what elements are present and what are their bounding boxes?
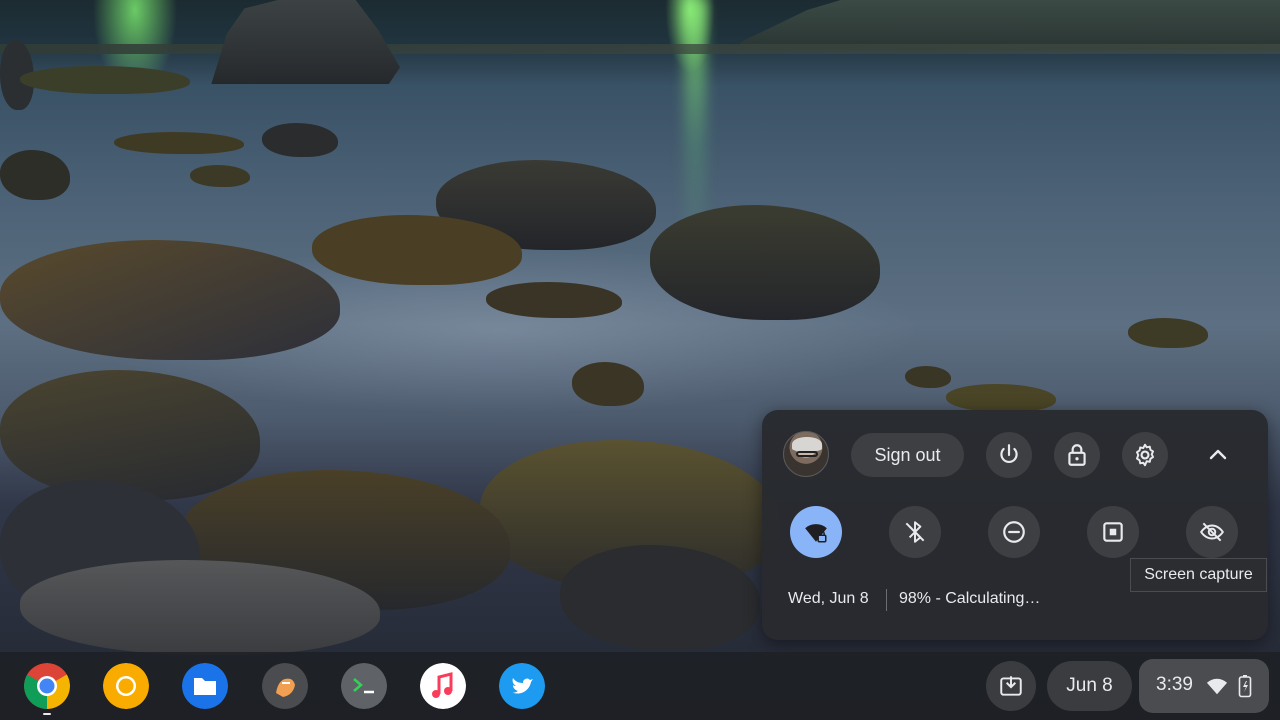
mountain: [740, 0, 1280, 50]
eye-off-icon: [1200, 522, 1224, 542]
power-icon: [1000, 444, 1018, 464]
terminal-icon: [341, 663, 387, 709]
music-app[interactable]: [420, 663, 466, 709]
wifi-icon: [1206, 678, 1228, 695]
chrome-canary-app[interactable]: [103, 663, 149, 709]
paint-hand-icon: [262, 663, 308, 709]
quick-settings-panel: Sign out Wed, Jun 8 98% - Calculating…: [762, 410, 1268, 640]
wifi-toggle[interactable]: [790, 506, 842, 558]
collapse-chevron-up-icon[interactable]: [1206, 443, 1230, 467]
battery-status: 98% - Calculating…: [899, 590, 1041, 607]
privacy-screen-toggle[interactable]: [1186, 506, 1238, 558]
sign-out-button[interactable]: Sign out: [851, 433, 964, 477]
music-note-icon: [420, 663, 466, 709]
sea-stack-rock: [211, 0, 400, 84]
status-tray-button[interactable]: 3:39: [1139, 659, 1269, 713]
rock: [1128, 318, 1208, 348]
rock: [572, 362, 644, 406]
clock: 3:39: [1156, 674, 1193, 695]
rock: [946, 384, 1056, 412]
do-not-disturb-icon: [1003, 521, 1025, 543]
rock: [905, 366, 951, 388]
terminal-app[interactable]: [341, 663, 387, 709]
lock-icon: [1068, 444, 1086, 466]
gear-icon: [1136, 443, 1154, 467]
download-tray-icon: [1000, 676, 1022, 696]
chrome-canary-icon: [103, 663, 149, 709]
user-avatar[interactable]: [783, 431, 829, 477]
rock: [114, 132, 244, 154]
folder-icon: [182, 663, 228, 709]
screen-capture-tooltip: Screen capture: [1130, 558, 1267, 592]
do-not-disturb-toggle[interactable]: [988, 506, 1040, 558]
shoreline: [0, 44, 1280, 54]
running-indicator: [43, 713, 51, 715]
rock: [262, 123, 338, 157]
rock: [190, 165, 250, 187]
date-tray-button[interactable]: Jun 8: [1047, 661, 1132, 711]
bluetooth-toggle[interactable]: [889, 506, 941, 558]
battery-charging-icon: [1238, 675, 1252, 698]
screen-capture-toggle[interactable]: [1087, 506, 1139, 558]
twitter-app[interactable]: [499, 663, 545, 709]
rock: [20, 66, 190, 94]
power-button[interactable]: [986, 432, 1032, 478]
screen-capture-icon: [1103, 522, 1123, 542]
lock-button[interactable]: [1054, 432, 1100, 478]
chrome-app[interactable]: [24, 663, 70, 709]
divider: [886, 589, 887, 611]
twitter-bird-icon: [499, 663, 545, 709]
rock: [486, 282, 622, 318]
paint-app[interactable]: [262, 663, 308, 709]
rock: [0, 150, 70, 200]
wifi-locked-icon: [805, 524, 827, 543]
date-label[interactable]: Wed, Jun 8: [788, 590, 869, 608]
chrome-icon: [24, 663, 70, 709]
bluetooth-off-icon: [905, 521, 925, 543]
holding-space-button[interactable]: [986, 661, 1036, 711]
settings-button[interactable]: [1122, 432, 1168, 478]
files-app[interactable]: [182, 663, 228, 709]
